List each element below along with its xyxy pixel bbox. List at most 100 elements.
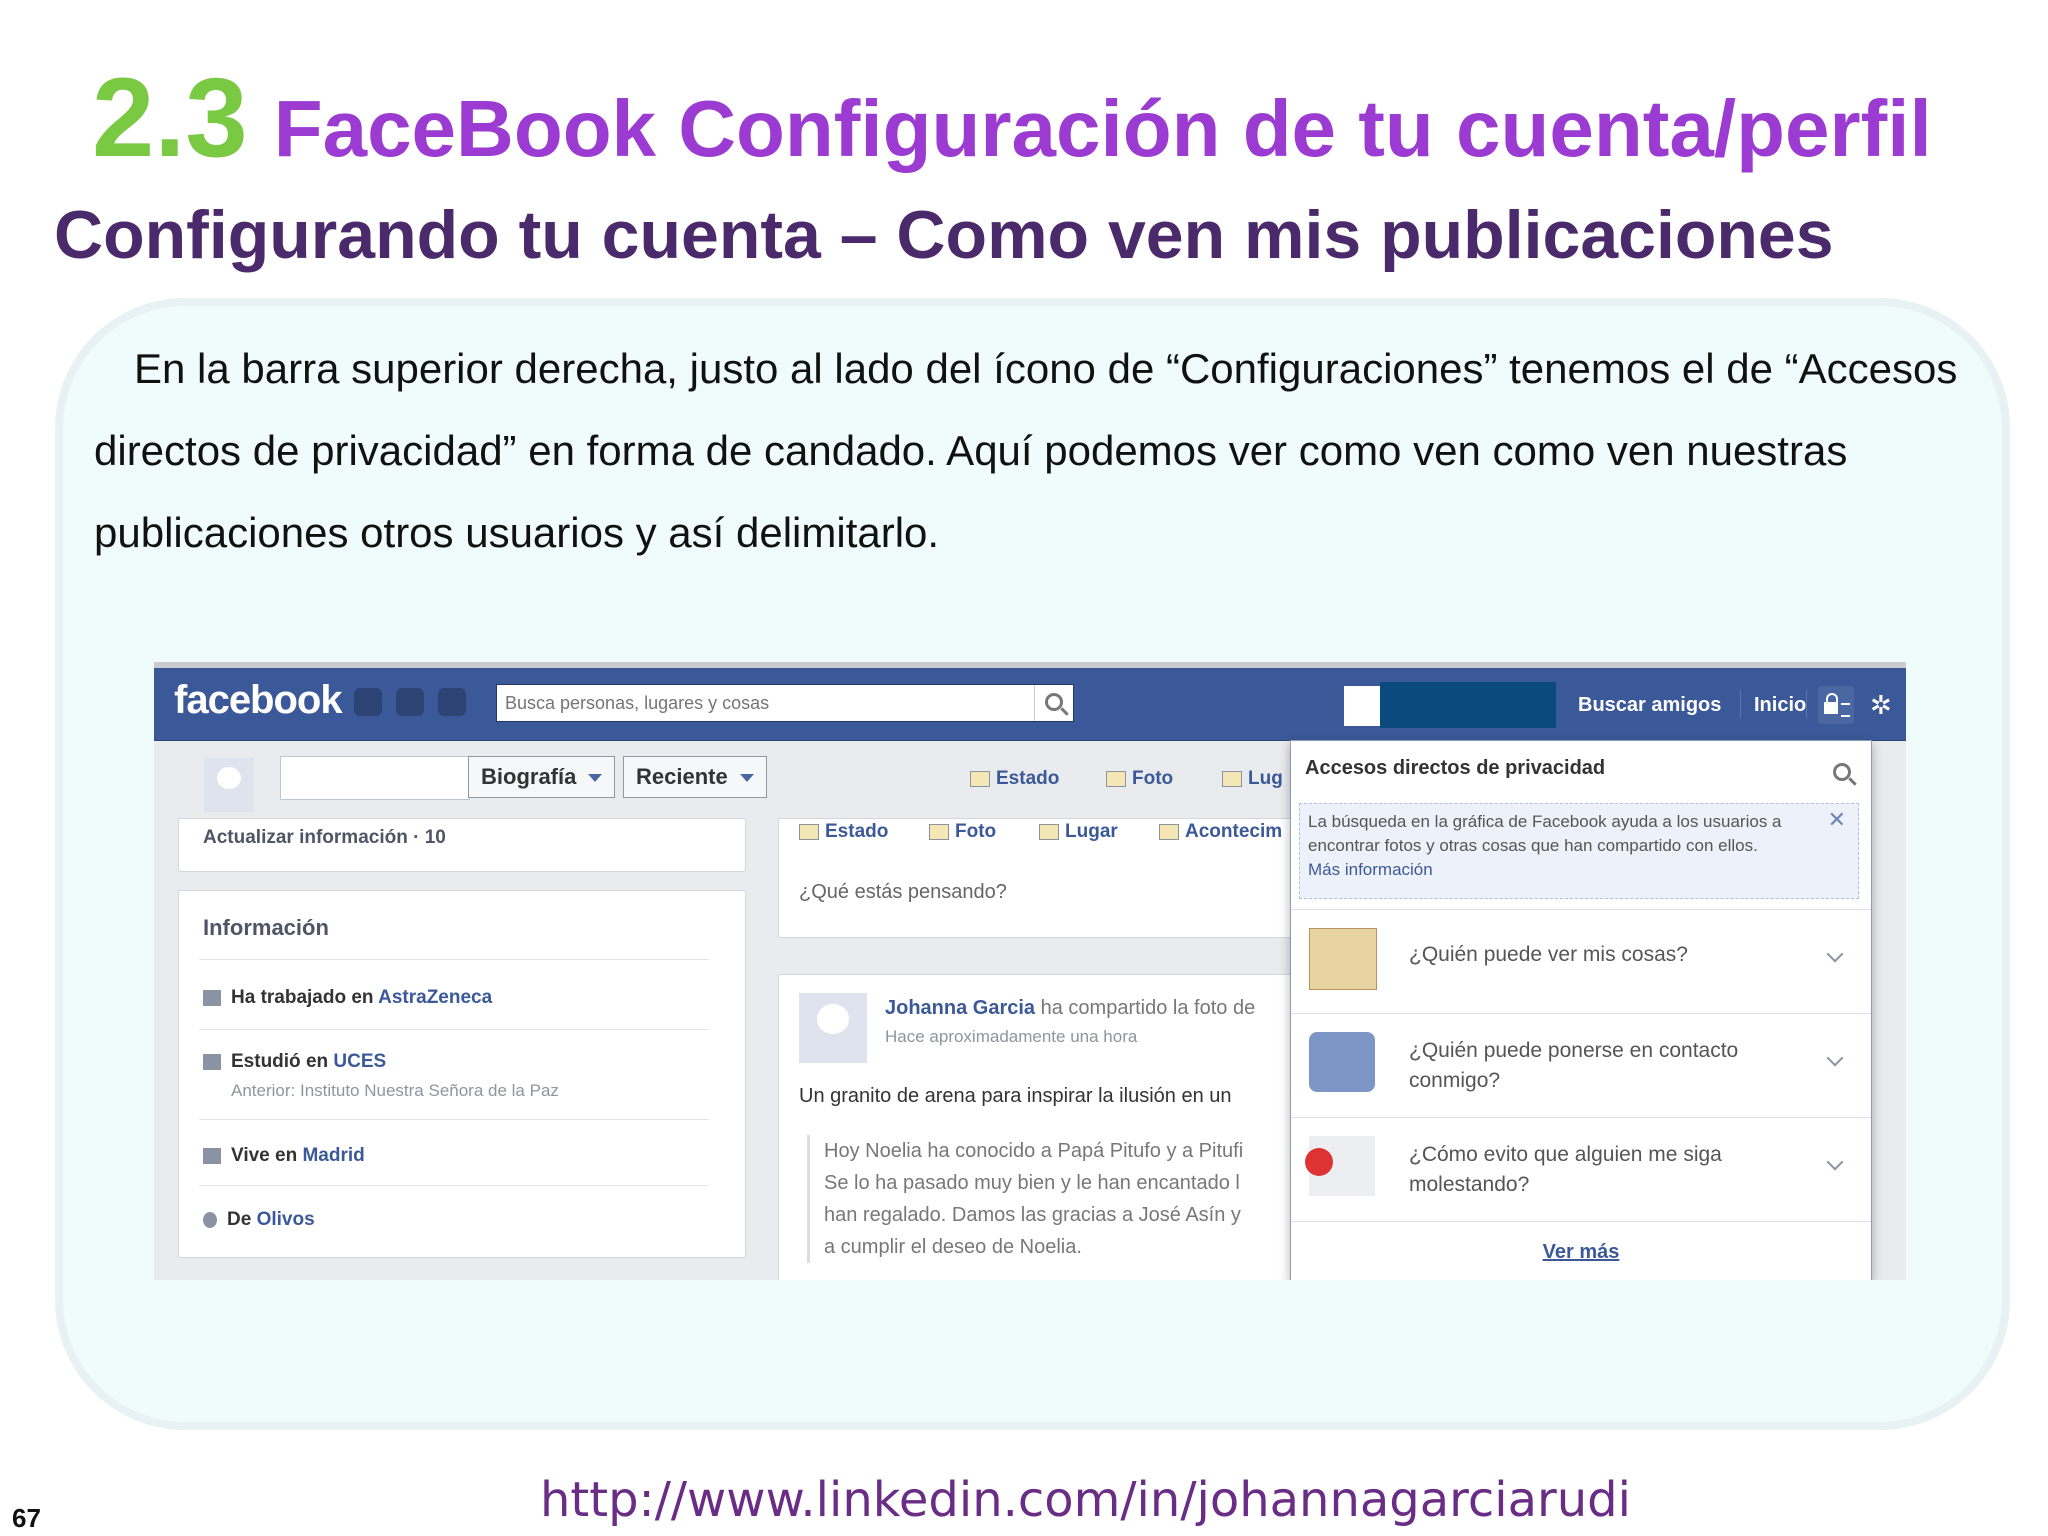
facebook-top-bar: facebook Buscar amigos Inicio ✲ bbox=[154, 668, 1906, 741]
avatar[interactable] bbox=[799, 993, 867, 1063]
tab-label: Estado bbox=[825, 821, 889, 842]
chevron-down-icon bbox=[588, 774, 603, 783]
facebook-logo[interactable]: facebook bbox=[174, 678, 343, 723]
search-box bbox=[496, 684, 1074, 722]
reciente-label: Reciente bbox=[636, 764, 728, 789]
avatar[interactable] bbox=[1344, 686, 1380, 726]
top-action-estado[interactable]: Estado bbox=[970, 768, 1059, 790]
menu-lines-icon bbox=[1841, 703, 1850, 717]
chevron-down-icon bbox=[1826, 1153, 1844, 1171]
action-label: Lug bbox=[1248, 768, 1283, 789]
tab-label: Foto bbox=[955, 821, 997, 842]
jewel-icons bbox=[354, 688, 484, 722]
work-link[interactable]: AstraZeneca bbox=[378, 987, 492, 1008]
reciente-button[interactable]: Reciente bbox=[623, 756, 767, 798]
composer-input[interactable]: ¿Qué estás pensando? bbox=[799, 881, 1007, 904]
privacy-item-label: ¿Quién puede ponerse en contacto conmigo… bbox=[1409, 1039, 1739, 1092]
privacy-item-block[interactable]: ¿Cómo evito que alguien me siga molestan… bbox=[1291, 1117, 1871, 1222]
photo-icon bbox=[929, 823, 949, 840]
chat-bubbles-icon bbox=[1309, 1032, 1375, 1092]
study-link[interactable]: UCES bbox=[333, 1051, 386, 1072]
more-info-link[interactable]: Más información bbox=[1308, 860, 1433, 879]
lives-link[interactable]: Madrid bbox=[302, 1145, 364, 1166]
search-input[interactable] bbox=[497, 685, 1047, 721]
update-info-card[interactable]: Actualizar información · 10 bbox=[178, 818, 746, 872]
timeline-nav: Biografía Reciente bbox=[280, 756, 780, 800]
notice-text: La búsqueda en la gráfica de Facebook ay… bbox=[1308, 812, 1782, 855]
gear-icon[interactable]: ✲ bbox=[1870, 690, 1892, 721]
chevron-down-icon bbox=[1826, 1049, 1844, 1067]
slide-subtitle: Configurando tu cuenta – Como ven mis pu… bbox=[54, 197, 1834, 273]
redacted-name bbox=[1380, 682, 1556, 728]
post-time[interactable]: Hace aproximadamente una hora bbox=[885, 1027, 1137, 1047]
tab-label: Acontecim bbox=[1185, 821, 1283, 842]
biografia-label: Biografía bbox=[481, 764, 577, 789]
profile-avatar[interactable] bbox=[204, 758, 254, 812]
divider bbox=[199, 1119, 709, 1120]
privacy-item-label: ¿Quién puede ver mis cosas? bbox=[1409, 943, 1688, 966]
briefcase-icon bbox=[203, 989, 221, 1006]
find-friends-link[interactable]: Buscar amigos bbox=[1578, 694, 1721, 717]
privacy-notice: La búsqueda en la gráfica de Facebook ay… bbox=[1299, 803, 1859, 899]
from-prefix: De bbox=[227, 1209, 257, 1230]
info-card: Información Ha trabajado en AstraZeneca … bbox=[178, 890, 746, 1258]
composer-tab-estado[interactable]: Estado bbox=[799, 821, 888, 843]
messages-icon[interactable] bbox=[396, 688, 424, 716]
top-action-foto[interactable]: Foto bbox=[1106, 768, 1173, 790]
search-icon[interactable] bbox=[1833, 763, 1851, 781]
info-work: Ha trabajado en AstraZeneca bbox=[203, 987, 492, 1009]
action-label: Foto bbox=[1132, 768, 1174, 789]
divider bbox=[199, 959, 709, 960]
home-link[interactable]: Inicio bbox=[1754, 694, 1806, 717]
house-icon bbox=[203, 1147, 221, 1164]
event-icon bbox=[1159, 823, 1179, 840]
post-text: Un granito de arena para inspirar la ilu… bbox=[799, 1085, 1232, 1107]
from-link[interactable]: Olivos bbox=[257, 1209, 315, 1230]
lock-icon-body bbox=[1824, 702, 1838, 714]
quote-line: a cumplir el deseo de Noelia. bbox=[824, 1236, 1082, 1258]
composer-card: Estado Foto Lugar Acontecim ¿Qué estás p… bbox=[778, 818, 1300, 938]
status-icon bbox=[970, 770, 990, 787]
post-quote: Hoy Noelia ha conocido a Papá Pitufo y a… bbox=[807, 1135, 1243, 1263]
search-button[interactable] bbox=[1034, 685, 1073, 721]
school-icon bbox=[203, 1053, 221, 1070]
privacy-item-who-can-contact[interactable]: ¿Quién puede ponerse en contacto conmigo… bbox=[1291, 1013, 1871, 1118]
info-from: De Olivos bbox=[203, 1209, 315, 1231]
divider bbox=[199, 1029, 709, 1030]
friend-requests-icon[interactable] bbox=[354, 688, 382, 716]
info-study: Estudió en UCES Anterior: Instituto Nuest… bbox=[203, 1051, 559, 1101]
privacy-item-who-can-see[interactable]: ¿Quién puede ver mis cosas? bbox=[1291, 909, 1871, 1014]
privacy-shortcuts-button[interactable] bbox=[1818, 686, 1854, 724]
photo-icon bbox=[1106, 770, 1126, 787]
update-info-label: Actualizar información · 10 bbox=[203, 827, 446, 848]
work-prefix: Ha trabajado en bbox=[231, 987, 379, 1008]
privacy-header: Accesos directos de privacidad bbox=[1305, 757, 1606, 779]
notifications-icon[interactable] bbox=[438, 688, 466, 716]
divider bbox=[199, 1185, 709, 1186]
quote-line: han regalado. Damos las gracias a José A… bbox=[824, 1204, 1241, 1226]
intro-text: En la barra superior derecha, justo al l… bbox=[94, 345, 1958, 556]
composer-tab-lugar[interactable]: Lugar bbox=[1039, 821, 1118, 843]
name-field[interactable] bbox=[280, 756, 470, 800]
composer-tab-acontecimiento[interactable]: Acontecim bbox=[1159, 821, 1282, 843]
privacy-shortcuts-dropdown: Accesos directos de privacidad La búsque… bbox=[1290, 740, 1872, 1280]
lives-prefix: Vive en bbox=[231, 1145, 303, 1166]
biografia-button[interactable]: Biografía bbox=[468, 756, 616, 798]
search-icon bbox=[1045, 693, 1063, 711]
study-prefix: Estudió en bbox=[231, 1051, 334, 1072]
post-author-link[interactable]: Johanna Garcia bbox=[885, 997, 1035, 1019]
action-label: Estado bbox=[996, 768, 1060, 789]
place-icon bbox=[1222, 770, 1242, 787]
nav-divider bbox=[1806, 690, 1807, 718]
chevron-down-icon bbox=[1826, 945, 1844, 963]
title-text: FaceBook Configuración de tu cuenta/perf… bbox=[273, 84, 1932, 173]
quote-line: Se lo ha pasado muy bien y le han encant… bbox=[824, 1172, 1240, 1194]
composer-tab-foto[interactable]: Foto bbox=[929, 821, 996, 843]
see-more-link[interactable]: Ver más bbox=[1291, 1241, 1871, 1264]
location-pin-icon bbox=[203, 1211, 217, 1228]
status-icon bbox=[799, 823, 819, 840]
close-icon[interactable]: ✕ bbox=[1828, 808, 1846, 832]
top-action-lugar[interactable]: Lug bbox=[1222, 768, 1283, 790]
post-card: Johanna Garcia ha compartido la foto de … bbox=[778, 974, 1300, 1280]
footer-url[interactable]: http://www.linkedin.com/in/johannagarcia… bbox=[540, 1472, 1631, 1528]
